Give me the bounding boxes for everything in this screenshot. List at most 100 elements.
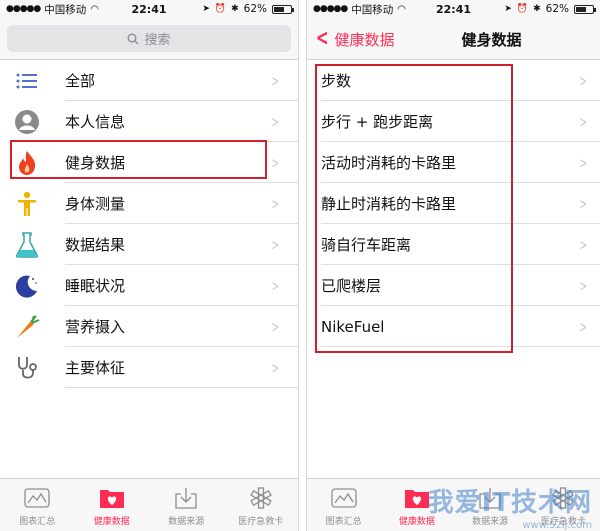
data-item-walk-run-distance[interactable]: 步行 + 跑步距离 > <box>307 101 600 142</box>
category-label: 睡眠状况 <box>65 277 126 295</box>
back-label: 健康数据 <box>334 30 395 49</box>
signal-icon: ●●●●● <box>6 4 41 14</box>
category-item-sleep[interactable]: 睡眠状况 > <box>0 265 298 306</box>
battery-fill <box>576 6 586 12</box>
body-figure-icon <box>12 189 42 219</box>
tab-label: 医疗急救卡 <box>238 517 284 527</box>
tab-health-data[interactable]: 健康数据 <box>75 479 150 531</box>
category-list: 全部 > 本人信息 > 健身数据 > 身体测量 > 数据结果 > 睡眠状况 > … <box>0 60 298 388</box>
tab-medical-id[interactable]: 医疗急救卡 <box>224 479 299 531</box>
tab-sources[interactable]: 数据来源 <box>149 479 224 531</box>
category-item-body-measurements[interactable]: 身体测量 > <box>0 183 298 224</box>
bluetooth-icon: ✱ <box>533 4 541 14</box>
battery-fill <box>274 6 284 12</box>
chevron-right-icon: > <box>271 72 280 90</box>
screen-divider <box>299 0 306 531</box>
flask-icon <box>12 230 42 260</box>
status-bar: ●●●●● 中国移动 ◠ 22:41 ➤ ⏰ ✱ 62% <box>0 0 298 18</box>
status-right: ➤ ⏰ ✱ 62% <box>504 3 596 15</box>
category-item-all[interactable]: 全部 > <box>0 60 298 101</box>
flame-icon <box>12 148 42 178</box>
alarm-icon: ⏰ <box>214 4 227 14</box>
battery-percent: 62% <box>545 3 569 15</box>
data-item-label: 骑自行车距离 <box>321 236 412 254</box>
category-item-results[interactable]: 数据结果 > <box>0 224 298 265</box>
battery-percent: 62% <box>243 3 267 15</box>
health-app-screen-categories: ●●●●● 中国移动 ◠ 22:41 ➤ ⏰ ✱ 62% 搜索 全部 > 本人信… <box>0 0 299 531</box>
tab-label: 医疗急救卡 <box>540 517 586 527</box>
category-label: 数据结果 <box>65 236 126 254</box>
tab-dashboard[interactable]: 图表汇总 <box>0 479 75 531</box>
battery-icon <box>574 4 596 14</box>
data-item-label: 步数 <box>321 72 352 90</box>
chevron-right-icon: > <box>579 72 588 90</box>
data-item-steps[interactable]: 步数 > <box>307 60 600 101</box>
chevron-right-icon: > <box>579 154 588 172</box>
chevron-right-icon: > <box>271 113 280 131</box>
download-icon <box>172 485 200 511</box>
data-item-nikefuel[interactable]: NikeFuel > <box>307 306 600 347</box>
medical-star-icon <box>247 485 275 511</box>
data-item-label: 已爬楼层 <box>321 277 382 295</box>
tab-label: 图表汇总 <box>325 517 362 527</box>
stethoscope-icon <box>12 353 42 383</box>
tab-medical-id[interactable]: 医疗急救卡 <box>527 479 600 531</box>
health-app-screen-fitness: ●●●●● 中国移动 ◠ 22:41 ➤ ⏰ ✱ 62% < 健康数据 健身数据… <box>306 0 600 531</box>
tab-dashboard[interactable]: 图表汇总 <box>307 479 380 531</box>
tab-label: 数据来源 <box>472 517 509 527</box>
chevron-right-icon: > <box>271 236 280 254</box>
carrier-info: ●●●●● 中国移动 ◠ <box>313 2 406 17</box>
data-item-active-calories[interactable]: 活动时消耗的卡路里 > <box>307 142 600 183</box>
chevron-left-icon: < <box>315 26 329 51</box>
data-item-cycling-distance[interactable]: 骑自行车距离 > <box>307 224 600 265</box>
tab-label: 健康数据 <box>93 517 130 527</box>
signal-icon: ●●●●● <box>313 4 348 14</box>
category-item-vitals[interactable]: 主要体征 > <box>0 347 298 388</box>
moon-icon <box>12 271 42 301</box>
search-input[interactable]: 搜索 <box>7 25 291 52</box>
bluetooth-icon: ✱ <box>231 4 239 14</box>
person-icon <box>12 107 42 137</box>
category-label: 身体测量 <box>65 195 126 213</box>
data-item-label: NikeFuel <box>321 317 385 336</box>
page-title: 健身数据 <box>461 30 522 49</box>
tab-health-data[interactable]: 健康数据 <box>380 479 453 531</box>
data-item-label: 步行 + 跑步距离 <box>321 113 434 131</box>
chart-icon <box>23 485 51 511</box>
download-icon <box>476 485 504 511</box>
tab-label: 数据来源 <box>168 517 205 527</box>
search-placeholder: 搜索 <box>144 33 171 48</box>
data-item-resting-calories[interactable]: 静止时消耗的卡路里 > <box>307 183 600 224</box>
category-label: 营养摄入 <box>65 318 126 336</box>
list-icon <box>12 66 42 96</box>
status-bar: ●●●●● 中国移动 ◠ 22:41 ➤ ⏰ ✱ 62% <box>307 0 600 18</box>
tab-bar: 图表汇总 健康数据 数据来源 医疗急救卡 <box>0 478 298 531</box>
battery-icon <box>272 4 294 14</box>
tab-sources[interactable]: 数据来源 <box>454 479 527 531</box>
category-item-personal-info[interactable]: 本人信息 > <box>0 101 298 142</box>
chevron-right-icon: > <box>579 318 588 336</box>
search-icon <box>127 33 139 44</box>
data-item-flights-climbed[interactable]: 已爬楼层 > <box>307 265 600 306</box>
location-icon: ➤ <box>202 4 210 14</box>
fitness-data-list: 步数 > 步行 + 跑步距离 > 活动时消耗的卡路里 > 静止时消耗的卡路里 >… <box>307 60 600 353</box>
category-item-nutrition[interactable]: 营养摄入 > <box>0 306 298 347</box>
carrier-name: 中国移动 <box>44 3 87 16</box>
category-label: 本人信息 <box>65 113 126 131</box>
tab-bar: 图表汇总 健康数据 数据来源 医疗急救卡 <box>307 478 600 531</box>
chevron-right-icon: > <box>271 318 280 336</box>
back-button[interactable]: < 健康数据 <box>313 18 395 60</box>
category-item-fitness[interactable]: 健身数据 > <box>0 142 298 183</box>
alarm-icon: ⏰ <box>516 4 529 14</box>
medical-star-icon <box>549 485 577 511</box>
data-item-label: 活动时消耗的卡路里 <box>321 154 457 172</box>
chevron-right-icon: > <box>579 236 588 254</box>
search-area: 搜索 <box>0 18 298 60</box>
carrier-info: ●●●●● 中国移动 ◠ <box>6 2 99 17</box>
wifi-icon: ◠ <box>397 3 406 15</box>
chevron-right-icon: > <box>579 277 588 295</box>
chevron-right-icon: > <box>579 113 588 131</box>
tab-label: 健康数据 <box>398 517 435 527</box>
health-folder-icon <box>403 485 431 511</box>
location-icon: ➤ <box>504 4 512 14</box>
